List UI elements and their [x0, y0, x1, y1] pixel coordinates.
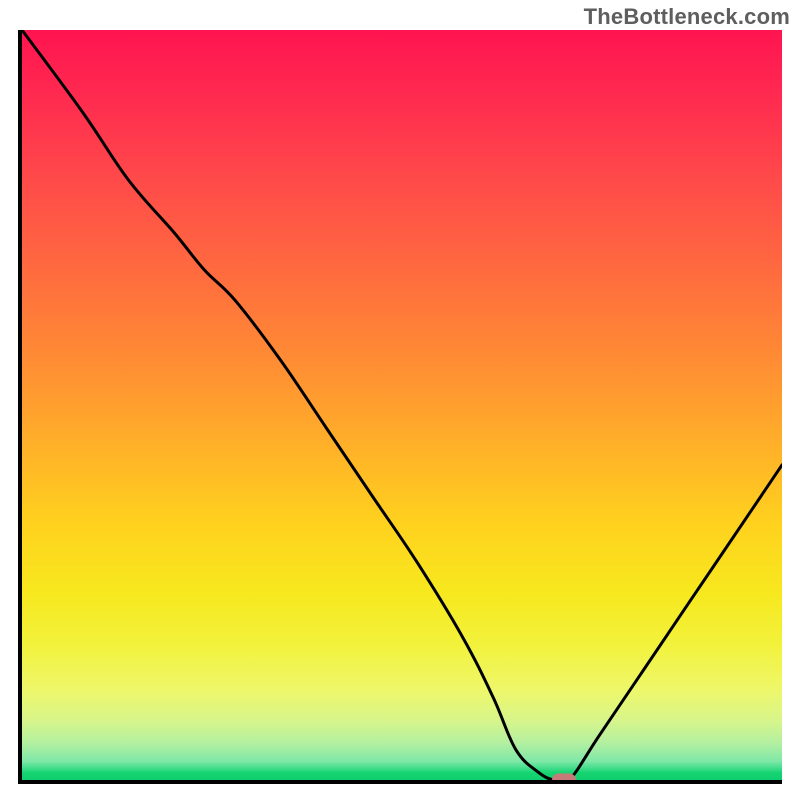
chart-container: TheBottleneck.com: [0, 0, 800, 800]
bottleneck-curve: [22, 30, 782, 780]
curve-layer: [22, 30, 782, 780]
minimum-marker: [552, 774, 576, 784]
plot-area: [18, 30, 782, 784]
watermark-label: TheBottleneck.com: [584, 4, 790, 30]
